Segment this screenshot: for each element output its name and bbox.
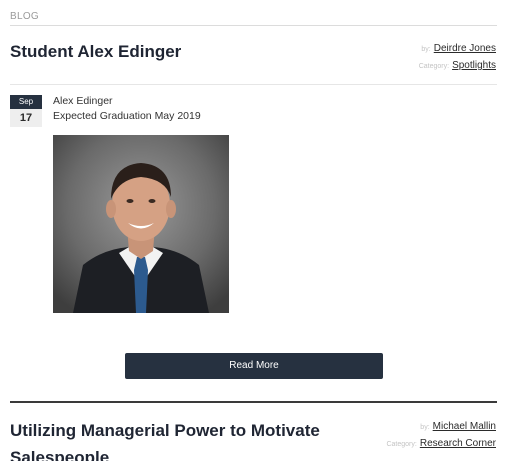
author-link[interactable]: Deirdre Jones [434,43,496,54]
post-meta: by: Deirdre Jones Category: Spotlights [419,40,496,74]
body-text-line: Expected Graduation May 2019 [53,110,201,122]
post-title[interactable]: Utilizing Managerial Power to Motivate S… [10,417,340,461]
author-label: by: [421,46,431,53]
post-title[interactable]: Student Alex Edinger [10,38,181,65]
author-label: by: [420,424,430,431]
divider [10,84,497,85]
category-label: Category: [418,63,450,70]
read-more-button[interactable]: Read More [125,353,383,379]
category-link[interactable]: Research Corner [420,438,496,449]
date-month: Sep [10,95,42,109]
body-text-line: Alex Edinger [53,95,113,107]
post-photo [53,135,229,313]
section-label: BLOG [10,11,39,22]
date-badge: Sep 17 [10,95,42,127]
post-meta: by: Michael Mallin Category: Research Corn… [386,418,496,452]
divider [10,401,497,403]
author-link[interactable]: Michael Mallin [433,421,496,432]
category-link[interactable]: Spotlights [452,60,496,71]
divider [10,25,497,26]
date-day: 17 [10,109,42,127]
category-label: Category: [386,441,417,448]
